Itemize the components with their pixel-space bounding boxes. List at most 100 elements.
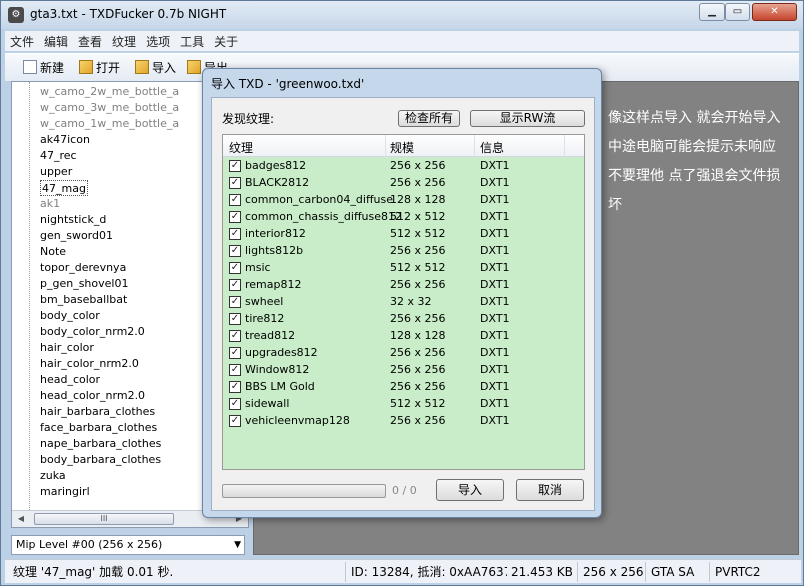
tree-item[interactable]: w_camo_2w_me_bottle_a bbox=[40, 84, 179, 100]
menu-item[interactable]: 工具 bbox=[175, 31, 209, 52]
import-toolbar-button[interactable]: 导入 bbox=[135, 59, 176, 77]
tree-item[interactable]: bm_baseballbat bbox=[40, 292, 127, 308]
row-checkbox[interactable]: ✓ bbox=[229, 330, 241, 342]
table-row[interactable]: ✓ tire812 256 x 256 DXT1 bbox=[223, 311, 584, 328]
column-info[interactable]: 信息 bbox=[480, 139, 504, 156]
tree-item[interactable]: w_camo_1w_me_bottle_a bbox=[40, 116, 179, 132]
cell-name: msic bbox=[245, 261, 271, 274]
row-checkbox[interactable]: ✓ bbox=[229, 177, 241, 189]
texture-list[interactable]: 纹理 规模 信息 ✓ badges812 256 x 256 DXT1 ✓ BLACK28… bbox=[222, 134, 585, 470]
row-checkbox[interactable]: ✓ bbox=[229, 228, 241, 240]
row-checkbox[interactable]: ✓ bbox=[229, 194, 241, 206]
status-divider bbox=[345, 562, 346, 582]
tree-item[interactable]: body_color bbox=[40, 308, 100, 324]
tree-item[interactable]: ak47icon bbox=[40, 132, 90, 148]
menu-item[interactable]: 纹理 bbox=[107, 31, 141, 52]
tree-item[interactable]: upper bbox=[40, 164, 72, 180]
menu-item[interactable]: 编辑 bbox=[39, 31, 73, 52]
tree-item[interactable]: hair_color bbox=[40, 340, 94, 356]
dialog-title[interactable]: 导入 TXD - 'greenwoo.txd' bbox=[211, 75, 364, 92]
cell-name: BLACK2812 bbox=[245, 176, 310, 189]
tree-item[interactable]: hair_barbara_clothes bbox=[40, 404, 155, 420]
tree-item[interactable]: nightstick_d bbox=[40, 212, 106, 228]
maximize-button[interactable]: ▭ bbox=[725, 3, 750, 21]
tree-item[interactable]: 47_rec bbox=[40, 148, 77, 164]
table-row[interactable]: ✓ tread812 128 x 128 DXT1 bbox=[223, 328, 584, 345]
row-checkbox[interactable]: ✓ bbox=[229, 398, 241, 410]
mip-level-select[interactable]: Mip Level #00 (256 x 256) ▼ bbox=[11, 535, 245, 555]
cell-name: swheel bbox=[245, 295, 284, 308]
table-row[interactable]: ✓ interior812 512 x 512 DXT1 bbox=[223, 226, 584, 243]
tree-item[interactable]: hair_color_nrm2.0 bbox=[40, 356, 139, 372]
table-row[interactable]: ✓ BLACK2812 256 x 256 DXT1 bbox=[223, 175, 584, 192]
tree-item[interactable]: ak1 bbox=[40, 196, 60, 212]
menu-item[interactable]: 关于 bbox=[209, 31, 243, 52]
tree-item[interactable]: head_color_nrm2.0 bbox=[40, 388, 145, 404]
column-divider bbox=[474, 135, 475, 157]
row-checkbox[interactable]: ✓ bbox=[229, 296, 241, 308]
tree-item[interactable]: body_barbara_clothes bbox=[40, 452, 161, 468]
tree-item[interactable]: gen_sword01 bbox=[40, 228, 113, 244]
table-row[interactable]: ✓ swheel 32 x 32 DXT1 bbox=[223, 294, 584, 311]
tree-item[interactable]: w_camo_3w_me_bottle_a bbox=[40, 100, 179, 116]
table-row[interactable]: ✓ msic 512 x 512 DXT1 bbox=[223, 260, 584, 277]
cell-size: 128 x 128 bbox=[390, 329, 446, 342]
row-checkbox[interactable]: ✓ bbox=[229, 211, 241, 223]
row-checkbox[interactable]: ✓ bbox=[229, 313, 241, 325]
row-checkbox[interactable]: ✓ bbox=[229, 347, 241, 359]
cell-name: upgrades812 bbox=[245, 346, 318, 359]
row-checkbox[interactable]: ✓ bbox=[229, 364, 241, 376]
row-checkbox[interactable]: ✓ bbox=[229, 160, 241, 172]
cell-name: interior812 bbox=[245, 227, 306, 240]
title-bar[interactable]: ⚙ gta3.txt - TXDFucker 0.7b NIGHT ▁ ▭ ✕ bbox=[1, 1, 803, 29]
row-checkbox[interactable]: ✓ bbox=[229, 262, 241, 274]
column-texture[interactable]: 纹理 bbox=[229, 139, 253, 156]
status-divider bbox=[709, 562, 710, 582]
menu-item[interactable]: 选项 bbox=[141, 31, 175, 52]
check-all-button[interactable]: 检查所有 bbox=[398, 110, 460, 127]
table-row[interactable]: ✓ BBS LM Gold 256 x 256 DXT1 bbox=[223, 379, 584, 396]
table-row[interactable]: ✓ common_chassis_diffuse812 512 x 512 DXT1 bbox=[223, 209, 584, 226]
table-row[interactable]: ✓ sidewall 512 x 512 DXT1 bbox=[223, 396, 584, 413]
row-checkbox[interactable]: ✓ bbox=[229, 279, 241, 291]
scroll-left-icon[interactable]: ◀ bbox=[14, 513, 28, 525]
cancel-button[interactable]: 取消 bbox=[516, 479, 584, 501]
open-button[interactable]: 打开 bbox=[79, 59, 120, 77]
show-rw-stream-button[interactable]: 显示RW流 bbox=[470, 110, 585, 127]
table-row[interactable]: ✓ vehicleenvmap128 256 x 256 DXT1 bbox=[223, 413, 584, 430]
table-row[interactable]: ✓ common_carbon04_diffuse 128 x 128 DXT1 bbox=[223, 192, 584, 209]
cell-info: DXT1 bbox=[480, 227, 510, 240]
row-checkbox[interactable]: ✓ bbox=[229, 381, 241, 393]
minimize-button[interactable]: ▁ bbox=[699, 3, 725, 21]
tree-item[interactable]: Note bbox=[40, 244, 66, 260]
table-row[interactable]: ✓ lights812b 256 x 256 DXT1 bbox=[223, 243, 584, 260]
close-button[interactable]: ✕ bbox=[752, 3, 797, 21]
tree-item[interactable]: zuka bbox=[40, 468, 66, 484]
status-divider bbox=[577, 562, 578, 582]
scroll-thumb[interactable]: III bbox=[34, 513, 174, 525]
cell-name: sidewall bbox=[245, 397, 290, 410]
row-checkbox[interactable]: ✓ bbox=[229, 245, 241, 257]
cell-size: 512 x 512 bbox=[390, 210, 446, 223]
tree-item[interactable]: body_color_nrm2.0 bbox=[40, 324, 145, 340]
found-textures-label: 发现纹理: bbox=[222, 112, 275, 126]
tree-item[interactable]: p_gen_shovel01 bbox=[40, 276, 128, 292]
new-button[interactable]: 新建 bbox=[23, 59, 64, 77]
menu-item[interactable]: 查看 bbox=[73, 31, 107, 52]
cell-size: 512 x 512 bbox=[390, 397, 446, 410]
column-divider bbox=[385, 135, 386, 157]
tree-item[interactable]: topor_derevnya bbox=[40, 260, 126, 276]
table-row[interactable]: ✓ remap812 256 x 256 DXT1 bbox=[223, 277, 584, 294]
column-size[interactable]: 规模 bbox=[390, 139, 414, 156]
table-row[interactable]: ✓ badges812 256 x 256 DXT1 bbox=[223, 158, 584, 175]
row-checkbox[interactable]: ✓ bbox=[229, 415, 241, 427]
table-row[interactable]: ✓ upgrades812 256 x 256 DXT1 bbox=[223, 345, 584, 362]
tree-item[interactable]: maringirl bbox=[40, 484, 90, 500]
tree-item[interactable]: 47_mag bbox=[40, 180, 88, 196]
import-button[interactable]: 导入 bbox=[436, 479, 504, 501]
tree-item[interactable]: head_color bbox=[40, 372, 100, 388]
table-row[interactable]: ✓ Window812 256 x 256 DXT1 bbox=[223, 362, 584, 379]
tree-item[interactable]: nape_barbara_clothes bbox=[40, 436, 161, 452]
menu-item[interactable]: 文件 bbox=[5, 31, 39, 52]
tree-item[interactable]: face_barbara_clothes bbox=[40, 420, 157, 436]
